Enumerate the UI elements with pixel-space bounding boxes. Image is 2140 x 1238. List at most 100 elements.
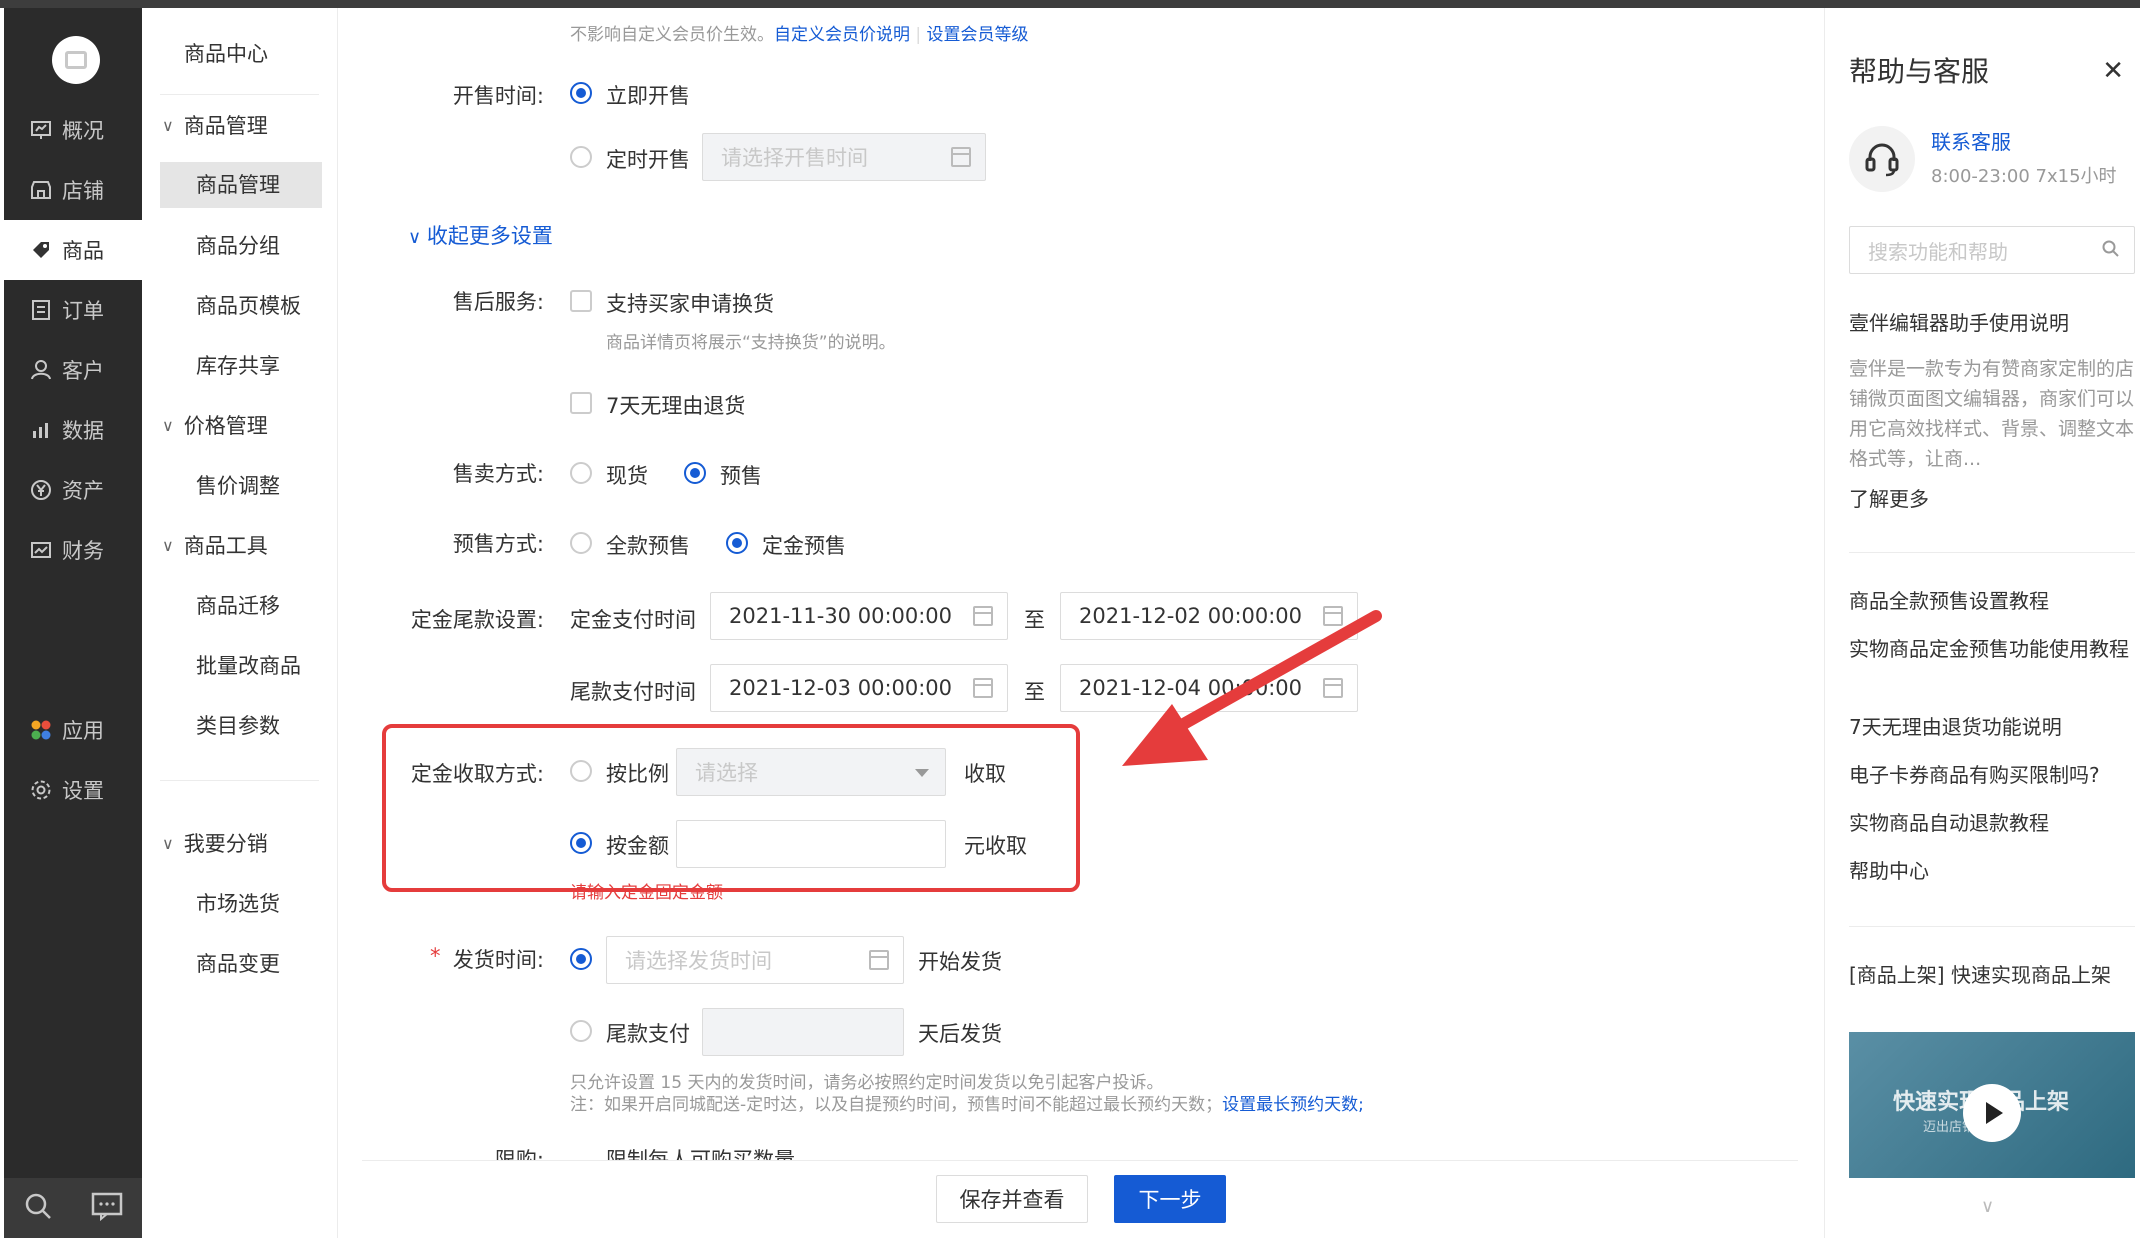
help-link[interactable]: 7天无理由退货功能说明 [1849, 712, 2135, 742]
calendar-icon [869, 950, 889, 970]
full-presale-radio[interactable] [570, 532, 592, 554]
max-reserve-days-link[interactable]: 设置最长预约天数; [1222, 1095, 1364, 1115]
menu-item-stock-share[interactable]: 库存共享 [196, 350, 280, 380]
chevron-down-icon: ∨ [162, 115, 174, 135]
menu-group-tools[interactable]: ∨ 商品工具 [162, 530, 268, 560]
ship-date-picker[interactable]: 请选择发货时间 [606, 936, 904, 984]
exchange-label: 支持买家申请换货 [606, 292, 774, 316]
submenu-title: 商品中心 [184, 42, 268, 66]
deposit-start-input[interactable]: 2021-11-30 00:00:00 [710, 592, 1008, 640]
member-price-hint: 不影响自定义会员价生效。自定义会员价说明 | 设置会员等级 [570, 25, 1029, 45]
help-link[interactable]: 实物商品自动退款教程 [1849, 808, 2135, 838]
apps-icon [30, 719, 52, 741]
chevron-down-icon: ∨ [162, 833, 174, 853]
menu-group-price[interactable]: ∨ 价格管理 [162, 410, 268, 440]
sale-time-label: 开售时间: [452, 84, 544, 108]
exchange-checkbox[interactable] [570, 290, 592, 312]
calendar-icon [973, 678, 993, 698]
menu-item-batch-edit[interactable]: 批量改商品 [196, 650, 301, 680]
menu-group-goods-manage[interactable]: ∨ 商品管理 [162, 110, 268, 140]
presale-radio[interactable] [684, 462, 706, 484]
menu-item-category-params[interactable]: 类目参数 [196, 710, 280, 740]
sale-time-picker[interactable]: 请选择开售时间 [702, 133, 986, 181]
ship-hint-2: 注：如果开启同城配送-定时达，以及自提预约时间，预售时间不能超过最长预约天数；设… [570, 1095, 1364, 1115]
message-icon[interactable] [91, 1191, 123, 1225]
chevron-down-icon[interactable]: ∨ [1981, 1196, 1994, 1217]
member-price-link[interactable]: 自定义会员价说明 [774, 25, 910, 45]
save-view-button[interactable]: 保存并查看 [936, 1175, 1088, 1223]
spot-radio[interactable] [570, 462, 592, 484]
video-caption[interactable]: [商品上架] 快速实现商品上架 [1849, 960, 2135, 990]
headset-icon [1849, 126, 1915, 192]
nav-item-settings[interactable]: 设置 [4, 760, 142, 820]
menu-group-distribution[interactable]: ∨ 我要分销 [162, 828, 268, 858]
user-icon [30, 359, 52, 381]
nav-item-orders[interactable]: 订单 [4, 280, 142, 340]
next-button[interactable]: 下一步 [1114, 1175, 1226, 1223]
nav-item-goods[interactable]: 商品 [4, 220, 142, 280]
deposit-start-value: 2021-11-30 00:00:00 [729, 604, 953, 628]
ship-time-label: 发货时间: [452, 948, 544, 972]
divider [160, 780, 319, 781]
close-icon[interactable]: ✕ [2102, 56, 2124, 86]
menu-item-goods-change[interactable]: 商品变更 [196, 948, 280, 978]
nav-label: 数据 [62, 419, 104, 443]
menu-item-market-pick[interactable]: 市场选货 [196, 888, 280, 918]
learn-more-link[interactable]: 了解更多 [1849, 484, 2135, 514]
store-icon [30, 179, 52, 201]
chevron-down-icon: ∨ [162, 415, 174, 435]
ship-after-final-radio[interactable] [570, 1020, 592, 1042]
primary-sidebar: 概况 店铺 商品 订单 客户 数据 资产 财务 应用 设置 [4, 8, 142, 1238]
help-link[interactable]: 实物商品定金预售功能使用教程 [1849, 634, 2135, 664]
play-icon[interactable] [1963, 1084, 2021, 1142]
footer-actions: 保存并查看 下一步 [362, 1160, 1798, 1238]
final-pay-time-label: 尾款支付时间 [570, 680, 696, 704]
nav-item-overview[interactable]: 概况 [4, 100, 142, 160]
exchange-hint: 商品详情页将展示“支持换货”的说明。 [606, 333, 896, 353]
help-link[interactable]: 商品全款预售设置教程 [1849, 586, 2135, 616]
collapse-more-toggle[interactable]: ∨ 收起更多设置 [408, 220, 553, 250]
menu-item-price-adjust[interactable]: 售价调整 [196, 470, 280, 500]
finance-icon [30, 539, 52, 561]
shop-logo[interactable] [52, 36, 100, 84]
nav-item-data[interactable]: 数据 [4, 400, 142, 460]
return7-checkbox[interactable] [570, 392, 592, 414]
to-label: 至 [1024, 680, 1045, 704]
final-start-input[interactable]: 2021-12-03 00:00:00 [710, 664, 1008, 712]
sale-timed-radio[interactable] [570, 146, 592, 168]
sale-now-radio[interactable] [570, 82, 592, 104]
help-search-input[interactable]: 搜索功能和帮助 [1849, 226, 2135, 274]
ship-days-input[interactable] [702, 1008, 904, 1056]
search-icon[interactable] [23, 1191, 53, 1225]
help-center-link[interactable]: 帮助中心 [1849, 856, 2135, 886]
top-bar [0, 0, 2140, 8]
nav-item-apps[interactable]: 应用 [4, 700, 142, 760]
collapse-more-label: 收起更多设置 [426, 224, 553, 248]
nav-label: 资产 [62, 479, 104, 503]
menu-item-goods-group[interactable]: 商品分组 [196, 230, 280, 260]
contact-service-link[interactable]: 联系客服 [1931, 126, 2011, 155]
help-link[interactable]: 电子卡券商品有购买限制吗? [1849, 760, 2135, 790]
tag-icon [30, 239, 52, 261]
nav-label: 概况 [62, 119, 104, 143]
help-search-placeholder: 搜索功能和帮助 [1868, 239, 2008, 264]
nav-item-finance[interactable]: 财务 [4, 520, 142, 580]
video-thumbnail[interactable]: 快速实现商品上架 迈出店铺第一步 [1849, 1032, 2135, 1178]
nav-item-store[interactable]: 店铺 [4, 160, 142, 220]
menu-item-migrate[interactable]: 商品迁移 [196, 590, 280, 620]
start-ship-label: 开始发货 [918, 950, 1002, 974]
nav-label: 财务 [62, 539, 104, 563]
member-level-link[interactable]: 设置会员等级 [927, 25, 1029, 45]
chevron-down-icon: ∨ [162, 535, 174, 555]
ship-date-radio[interactable] [570, 948, 592, 970]
help-article-title[interactable]: 壹伴编辑器助手使用说明 [1849, 308, 2135, 338]
nav-item-assets[interactable]: 资产 [4, 460, 142, 520]
deposit-presale-radio[interactable] [726, 532, 748, 554]
menu-item-goods-manage[interactable]: 商品管理 [160, 162, 322, 208]
sale-now-label: 立即开售 [606, 84, 690, 108]
menu-item-page-template[interactable]: 商品页模板 [196, 290, 301, 320]
full-presale-label: 全款预售 [606, 534, 690, 558]
deposit-setting-label: 定金尾款设置: [410, 608, 544, 632]
nav-item-customers[interactable]: 客户 [4, 340, 142, 400]
days-after-label: 天后发货 [918, 1022, 1002, 1046]
